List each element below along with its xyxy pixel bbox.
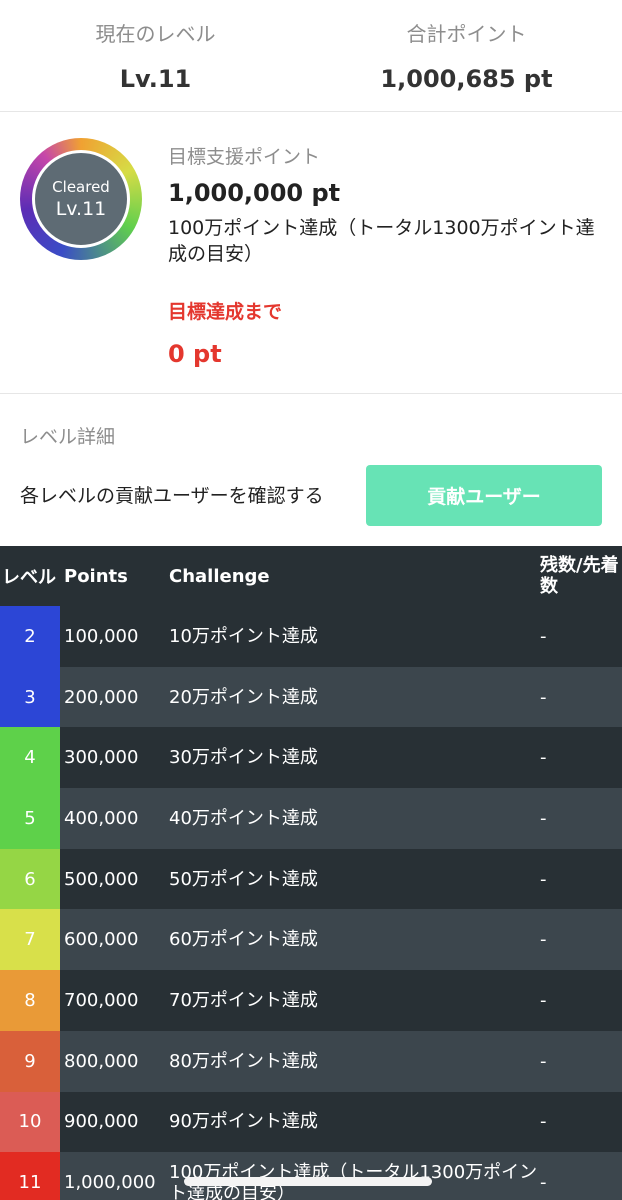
table-header: レベル Points Challenge 残数/先着数 [0, 546, 622, 606]
badge-level-text: Lv.11 [55, 198, 107, 220]
table-row: 3 200,000 20万ポイント達成 - [0, 666, 622, 728]
level-badge-wrap: Cleared Lv.11 [0, 112, 168, 393]
challenge-cell: 20万ポイント達成 [169, 686, 318, 708]
table-row: 4 300,000 30万ポイント達成 - [0, 727, 622, 789]
table-row: 7 600,000 60万ポイント達成 - [0, 909, 622, 971]
table-row: 6 500,000 50万ポイント達成 - [0, 848, 622, 910]
points-cell: 600,000 [64, 929, 139, 951]
remaining-cell: - [540, 747, 547, 769]
level-cell: 6 [0, 848, 60, 910]
remaining-cell: - [540, 868, 547, 890]
challenge-cell: 70万ポイント達成 [169, 989, 318, 1011]
level-cell: 7 [0, 909, 60, 971]
summary-section: 現在のレベル Lv.11 合計ポイント 1,000,685 pt [0, 0, 622, 112]
level-detail-title: レベル詳細 [20, 426, 116, 448]
points-cell: 300,000 [64, 747, 139, 769]
points-cell: 700,000 [64, 989, 139, 1011]
header-remaining: 残数/先着数 [540, 555, 619, 597]
points-cell: 200,000 [64, 686, 139, 708]
level-cell: 9 [0, 1030, 60, 1092]
contributors-button[interactable]: 貢献ユーザー [366, 465, 602, 526]
level-cell: 3 [0, 666, 60, 728]
remaining-cell: - [540, 686, 547, 708]
remaining-cell: - [540, 1172, 547, 1194]
level-cell: 11 [0, 1152, 60, 1200]
table-row: 9 800,000 80万ポイント達成 - [0, 1030, 622, 1092]
points-cell: 400,000 [64, 807, 139, 829]
level-badge: Cleared Lv.11 [20, 138, 142, 260]
goal-section: Cleared Lv.11 目標支援ポイント 1,000,000 pt 100万… [0, 112, 622, 394]
remaining-cell: - [540, 929, 547, 951]
points-cell: 800,000 [64, 1050, 139, 1072]
points-cell: 1,000,000 [64, 1172, 156, 1194]
table-row: 5 400,000 40万ポイント達成 - [0, 788, 622, 849]
challenge-cell: 60万ポイント達成 [169, 929, 318, 951]
points-cell: 100,000 [64, 625, 139, 647]
table-row: 2 100,000 10万ポイント達成 - [0, 606, 622, 667]
total-points-stat: 合計ポイント 1,000,685 pt [311, 0, 622, 111]
current-level-stat: 現在のレベル Lv.11 [0, 0, 311, 111]
level-detail-description: 各レベルの貢献ユーザーを確認する [20, 484, 324, 507]
challenge-cell: 80万ポイント達成 [169, 1050, 318, 1072]
challenge-cell: 10万ポイント達成 [169, 625, 318, 647]
header-level: レベル [2, 567, 56, 588]
level-detail-row: 各レベルの貢献ユーザーを確認する 貢献ユーザー [20, 465, 602, 526]
goal-label: 目標支援ポイント [168, 146, 321, 168]
remaining-label: 目標達成まで [168, 301, 283, 323]
table-row: 10 900,000 90万ポイント達成 - [0, 1091, 622, 1153]
goal-text: 目標支援ポイント 1,000,000 pt 100万ポイント達成（トータル130… [168, 112, 622, 393]
header-points: Points [64, 565, 128, 587]
table-body: 2 100,000 10万ポイント達成 -3 200,000 20万ポイント達成 -4 300… [0, 606, 622, 1200]
goal-description: 100万ポイント達成（トータル1300万ポイント達成の目安） [168, 217, 595, 265]
remaining-cell: - [540, 807, 547, 829]
remaining-cell: - [540, 1050, 547, 1072]
remaining-cell: - [540, 989, 547, 1011]
total-points-label: 合計ポイント [406, 22, 527, 46]
points-cell: 900,000 [64, 1111, 139, 1133]
points-cell: 500,000 [64, 868, 139, 890]
level-cell: 10 [0, 1091, 60, 1153]
challenge-cell: 40万ポイント達成 [169, 807, 318, 829]
total-points-value: 1,000,685 pt [380, 65, 553, 93]
badge-status-text: Cleared [52, 178, 110, 196]
challenge-cell: 30万ポイント達成 [169, 747, 318, 769]
remaining-cell: - [540, 1111, 547, 1133]
current-level-value: Lv.11 [119, 65, 192, 93]
goal-points: 1,000,000 pt [168, 179, 341, 207]
level-table: レベル Points Challenge 残数/先着数 2 100,000 10万ポ… [0, 546, 622, 1200]
level-detail-section: レベル詳細 各レベルの貢献ユーザーを確認する 貢献ユーザー [0, 394, 622, 546]
level-cell: 2 [0, 606, 60, 667]
remaining-value: 0 pt [168, 340, 222, 368]
level-cell: 5 [0, 788, 60, 849]
challenge-cell: 50万ポイント達成 [169, 868, 318, 890]
level-badge-inner: Cleared Lv.11 [32, 150, 130, 248]
level-cell: 4 [0, 727, 60, 789]
current-level-label: 現在のレベル [95, 22, 216, 46]
home-indicator[interactable] [184, 1177, 432, 1186]
challenge-cell: 90万ポイント達成 [169, 1111, 318, 1133]
header-challenge: Challenge [169, 565, 270, 587]
remaining-cell: - [540, 625, 547, 647]
table-row: 8 700,000 70万ポイント達成 - [0, 970, 622, 1031]
level-cell: 8 [0, 970, 60, 1031]
